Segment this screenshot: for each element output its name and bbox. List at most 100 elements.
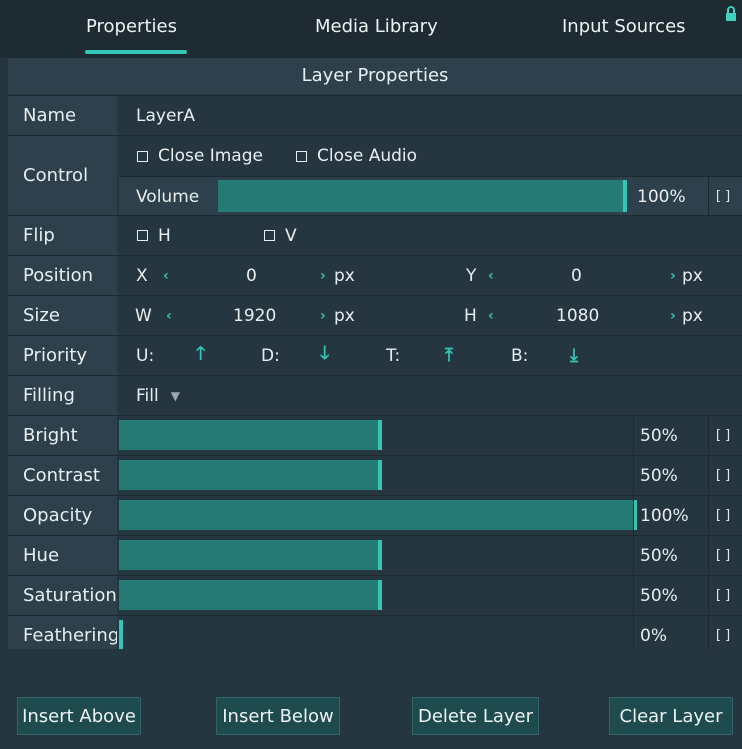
h-label: H: [464, 305, 477, 326]
x-unit: px: [334, 265, 355, 286]
layer-name-field[interactable]: LayerA: [136, 96, 195, 135]
w-increment-arrow-icon[interactable]: ›: [320, 296, 326, 335]
slider-handle[interactable]: [378, 580, 382, 610]
close-audio-checkbox[interactable]: Close Audio: [296, 136, 417, 176]
adjustment-slider[interactable]: [119, 540, 637, 570]
name-label: Name: [8, 96, 117, 135]
adjustment-percent: 50%: [633, 416, 699, 455]
x-label: X: [136, 265, 148, 286]
filling-label: Filling: [8, 376, 117, 415]
x-decrement-arrow-icon[interactable]: ‹: [163, 256, 169, 295]
reset-icon[interactable]: [ ]: [708, 177, 737, 216]
h-increment-arrow-icon[interactable]: ›: [670, 296, 676, 335]
adjustment-row: Opacity 100% [ ]: [8, 495, 742, 535]
filling-row: Filling Fill ▼: [8, 375, 742, 415]
adjustment-slider[interactable]: [119, 460, 637, 490]
reset-icon[interactable]: [ ]: [708, 456, 737, 495]
close-image-checkbox[interactable]: Close Image: [137, 136, 263, 176]
section-title: Layer Properties: [8, 58, 742, 94]
x-value-field[interactable]: 0: [246, 256, 257, 295]
x-increment-arrow-icon[interactable]: ›: [320, 256, 326, 295]
slider-fill: [119, 460, 378, 490]
priority-up-label: U:: [136, 345, 155, 366]
adjustment-slider[interactable]: [119, 580, 637, 610]
insert-above-button[interactable]: Insert Above: [17, 697, 141, 735]
delete-layer-button[interactable]: Delete Layer: [412, 697, 539, 735]
slider-fill: [119, 580, 378, 610]
tab-input-sources[interactable]: Input Sources: [562, 16, 686, 37]
w-unit: px: [334, 305, 355, 326]
checkbox-icon: [137, 150, 148, 162]
h-decrement-arrow-icon[interactable]: ‹: [488, 296, 494, 335]
volume-slider-handle[interactable]: [623, 180, 627, 212]
flip-v-checkbox[interactable]: V: [264, 216, 297, 255]
adjustment-slider[interactable]: [119, 420, 637, 450]
move-down-arrow-icon[interactable]: 🡓: [320, 336, 329, 375]
adjustment-slider[interactable]: [119, 500, 637, 530]
height-value-field[interactable]: 1080: [556, 296, 599, 335]
control-label: Control: [8, 136, 117, 215]
position-row: Position X ‹ 0 › px Y ‹ 0 › px: [8, 255, 742, 295]
tab-bar: Properties Media Library Input Sources: [0, 0, 742, 58]
insert-below-button[interactable]: Insert Below: [216, 697, 340, 735]
slider-handle[interactable]: [119, 620, 123, 650]
chevron-down-icon: ▼: [170, 388, 180, 403]
volume-label: Volume: [136, 186, 200, 207]
reset-icon[interactable]: [ ]: [708, 576, 737, 615]
checkbox-icon: [264, 230, 275, 241]
move-to-bottom-icon[interactable]: ⤓: [570, 336, 578, 375]
reset-icon[interactable]: [ ]: [708, 496, 737, 535]
priority-top-label: T:: [386, 345, 401, 366]
volume-slider-fill: [218, 180, 627, 212]
slider-fill: [119, 420, 378, 450]
flip-row: Flip H V: [8, 215, 742, 255]
tab-media-library[interactable]: Media Library: [315, 16, 438, 37]
slider-fill: [119, 500, 637, 530]
volume-row: Volume 100% [ ]: [119, 176, 742, 216]
adjustment-label: Opacity: [8, 496, 117, 535]
flip-label: Flip: [8, 216, 117, 255]
w-label: W: [135, 305, 152, 326]
adjustment-slider[interactable]: [119, 620, 637, 650]
y-value-field[interactable]: 0: [571, 256, 582, 295]
priority-down-label: D:: [261, 345, 280, 366]
adjustment-label: Bright: [8, 416, 117, 455]
spacer: [0, 649, 742, 697]
position-label: Position: [8, 256, 117, 295]
slider-handle[interactable]: [378, 420, 382, 450]
slider-handle[interactable]: [378, 540, 382, 570]
flip-h-checkbox[interactable]: H: [137, 216, 171, 255]
y-label: Y: [466, 265, 477, 286]
h-unit: px: [682, 305, 703, 326]
adjustment-row: Contrast 50% [ ]: [8, 455, 742, 495]
tab-properties[interactable]: Properties: [86, 16, 177, 37]
reset-icon[interactable]: [ ]: [708, 416, 737, 455]
slider-handle[interactable]: [378, 460, 382, 490]
volume-slider[interactable]: [218, 180, 627, 212]
adjustment-row: Saturation 50% [ ]: [8, 575, 742, 615]
active-tab-indicator: [85, 50, 187, 54]
y-increment-arrow-icon[interactable]: ›: [670, 256, 676, 295]
width-value-field[interactable]: 1920: [233, 296, 276, 335]
slider-fill: [119, 540, 378, 570]
volume-percent: 100%: [637, 186, 686, 207]
adjustment-label: Saturation: [8, 576, 117, 615]
priority-row: Priority U: 🡑 D: 🡓 T: ⤒ B: ⤓: [8, 335, 742, 375]
reset-icon[interactable]: [ ]: [708, 536, 737, 575]
move-up-arrow-icon[interactable]: 🡑: [196, 336, 205, 375]
lock-icon[interactable]: [724, 6, 740, 24]
filling-dropdown[interactable]: Fill ▼: [136, 376, 180, 415]
y-decrement-arrow-icon[interactable]: ‹: [488, 256, 494, 295]
size-row: Size W ‹ 1920 › px H ‹ 1080 › px: [8, 295, 742, 335]
priority-label: Priority: [8, 336, 117, 375]
move-to-top-icon[interactable]: ⤒: [445, 336, 453, 375]
adjustment-percent: 50%: [633, 456, 699, 495]
adjustment-percent: 100%: [633, 496, 699, 535]
clear-layer-button[interactable]: Clear Layer: [609, 697, 733, 735]
adjustment-percent: 50%: [633, 536, 699, 575]
y-unit: px: [682, 265, 703, 286]
adjustment-label: Contrast: [8, 456, 117, 495]
w-decrement-arrow-icon[interactable]: ‹: [166, 296, 172, 335]
adjustment-row: Bright 50% [ ]: [8, 415, 742, 455]
adjustment-percent: 50%: [633, 576, 699, 615]
